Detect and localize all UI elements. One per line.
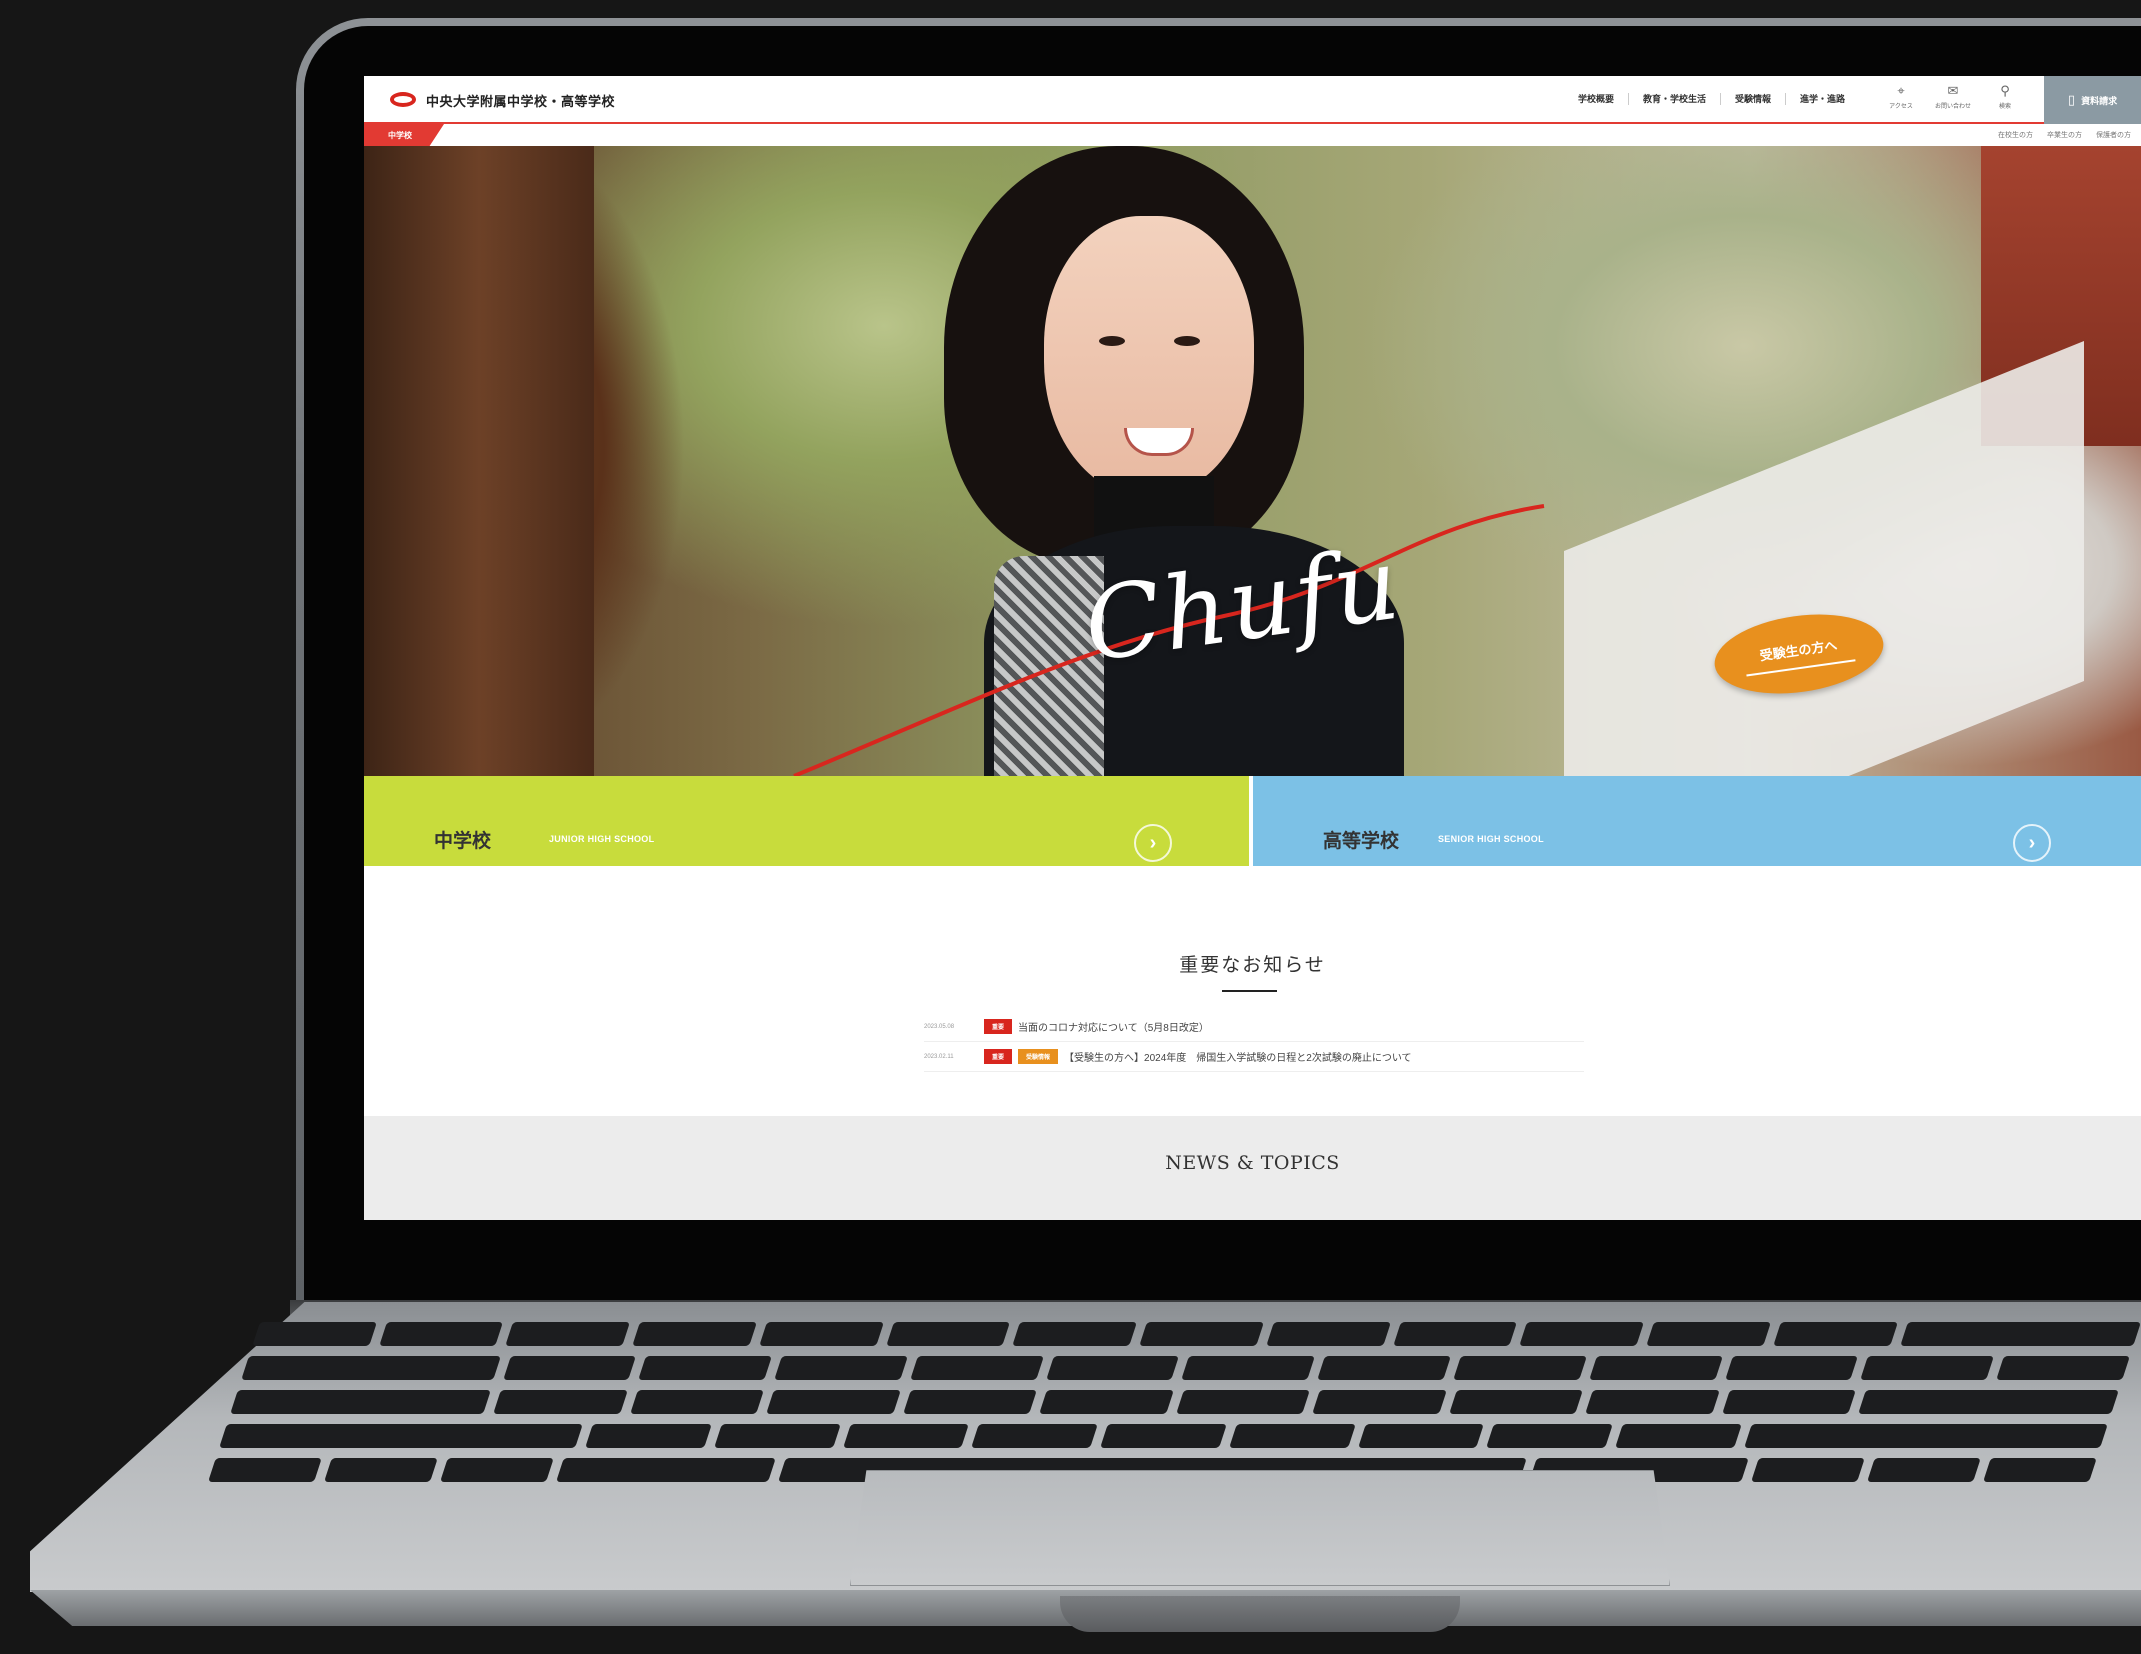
request-materials-button[interactable]: ▯ 資料請求: [2044, 76, 2141, 124]
junior-high-title: 中学校: [434, 831, 492, 852]
news-topics-heading: NEWS & TOPICS: [1165, 1152, 1340, 1174]
audience-link-parents[interactable]: 保護者の方: [2096, 130, 2131, 140]
mail-icon: ✉: [1947, 83, 1959, 98]
laptop-opening-notch: [1060, 1596, 1460, 1632]
nav-item-admissions[interactable]: 受験情報: [1720, 93, 1785, 105]
notice-tag-important: 重要: [984, 1019, 1013, 1034]
notice-text: 当面のコロナ対応について（5月8日改定）: [1018, 1023, 1209, 1034]
audience-links: 在校生の方 卒業生の方 保護者の方: [1998, 130, 2131, 140]
site-header: 中央大学附属中学校・高等学校 学校概要 教育・学校生活 受験情報 進学・進路 ⌖…: [364, 76, 2141, 124]
red-swoosh: [793, 504, 1545, 776]
laptop-mockup: 中央大学附属中学校・高等学校 学校概要 教育・学校生活 受験情報 進学・進路 ⌖…: [0, 0, 2141, 1654]
access-label: アクセス: [1889, 104, 1913, 110]
site-title[interactable]: 中央大学附属中学校・高等学校: [426, 91, 615, 110]
contact-link[interactable]: ✉ お問い合わせ: [1935, 83, 1972, 111]
nav-item-career[interactable]: 進学・進路: [1785, 93, 1859, 105]
junior-high-banner[interactable]: 中学校 JUNIOR HIGH SCHOOL ›: [364, 776, 1249, 866]
home-tab[interactable]: 中学校: [364, 124, 444, 146]
notice-item[interactable]: 2023.05.08 重要 当面のコロナ対応について（5月8日改定）: [924, 1012, 1584, 1042]
map-pin-icon: ⌖: [1897, 83, 1905, 98]
notice-date: 2023.02.11: [924, 1053, 954, 1060]
school-logo-icon[interactable]: [390, 92, 416, 107]
junior-high-subtitle: JUNIOR HIGH SCHOOL: [549, 834, 655, 844]
senior-high-subtitle: SENIOR HIGH SCHOOL: [1438, 834, 1544, 844]
notice-tag-important: 重要: [984, 1049, 1013, 1064]
search-link[interactable]: ⚲ 検索: [1988, 83, 2022, 111]
notices-heading: 重要なお知らせ: [1179, 954, 1326, 976]
chevron-right-icon: ›: [2013, 824, 2051, 862]
document-icon: ▯: [2067, 92, 2076, 107]
chevron-right-icon: ›: [1134, 824, 1172, 862]
search-label: 検索: [1998, 104, 2011, 110]
notice-tag-admissions: 受験情報: [1018, 1049, 1059, 1064]
nav-item-about[interactable]: 学校概要: [1564, 93, 1628, 105]
main-nav: 学校概要 教育・学校生活 受験情報 進学・進路: [1564, 93, 1859, 105]
laptop-trackpad: [850, 1470, 1670, 1586]
browser-screen: 中央大学附属中学校・高等学校 学校概要 教育・学校生活 受験情報 進学・進路 ⌖…: [364, 76, 2141, 1220]
search-icon: ⚲: [2000, 83, 2010, 98]
request-materials-label: 資料請求: [2081, 95, 2118, 106]
contact-label: お問い合わせ: [1935, 104, 1972, 110]
audience-link-students[interactable]: 在校生の方: [1998, 130, 2033, 140]
important-notices: 重要なお知らせ 2023.05.08 重要 当面のコロナ対応について（5月8日改…: [364, 866, 2141, 1116]
prospective-students-label: 受験生の方へ: [1758, 637, 1839, 663]
news-topics-section: NEWS & TOPICS: [364, 1116, 2141, 1220]
nav-item-education[interactable]: 教育・学校生活: [1628, 93, 1720, 105]
senior-high-title: 高等学校: [1323, 831, 1400, 852]
notice-date: 2023.05.08: [924, 1023, 955, 1030]
notice-item[interactable]: 2023.02.11 重要 受験情報 【受験生の方へ】2024年度 帰国生入学試…: [924, 1042, 1584, 1072]
hero-image: Chufu 受験生の方へ: [364, 146, 2141, 776]
laptop-keyboard: [208, 1322, 2141, 1482]
notice-text: 【受験生の方へ】2024年度 帰国生入学試験の日程と2次試験の廃止について: [1064, 1053, 1412, 1064]
access-link[interactable]: ⌖ アクセス: [1884, 83, 1918, 111]
audience-link-alumni[interactable]: 卒業生の方: [2047, 130, 2082, 140]
utility-nav: ⌖ アクセス ✉ お問い合わせ ⚲ 検索: [1884, 83, 2022, 111]
sub-bar: 中学校 在校生の方 卒業生の方 保護者の方: [364, 124, 2141, 146]
notices-heading-rule: [1222, 990, 1277, 992]
senior-high-banner[interactable]: 高等学校 SENIOR HIGH SCHOOL ›: [1253, 776, 2141, 866]
